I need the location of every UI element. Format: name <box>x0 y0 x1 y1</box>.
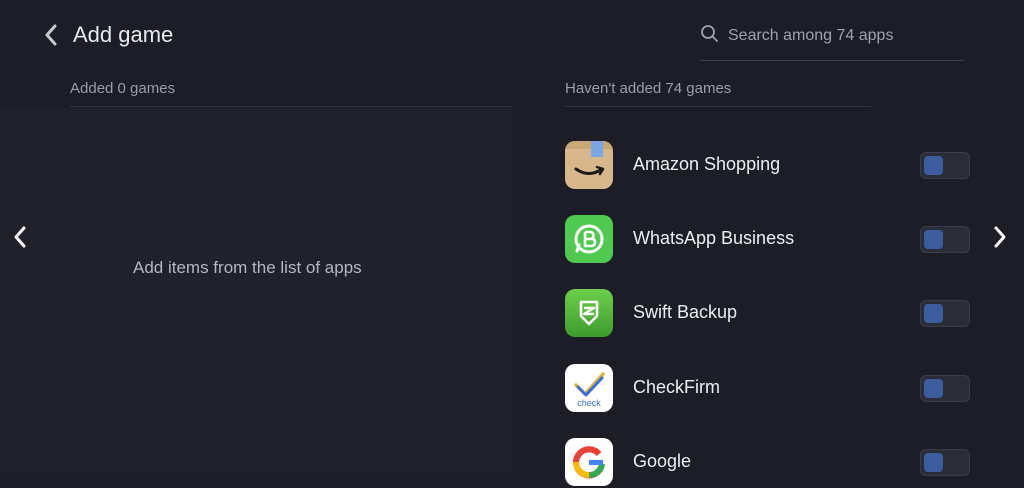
search-input[interactable] <box>726 22 960 50</box>
chevron-left-icon <box>45 24 57 46</box>
app-row-whatsapp-business[interactable]: WhatsApp Business <box>565 215 975 265</box>
swift-backup-icon <box>565 289 613 337</box>
back-button[interactable] <box>40 22 62 48</box>
app-name: Google <box>633 451 692 471</box>
previous-page-button[interactable] <box>8 224 32 250</box>
app-name: Swift Backup <box>633 302 738 322</box>
app-row-google[interactable]: Google <box>565 438 975 488</box>
search-box[interactable] <box>700 22 964 61</box>
next-page-button[interactable] <box>988 224 1012 250</box>
toggle-knob <box>924 453 943 472</box>
app-name: Amazon Shopping <box>633 154 781 174</box>
empty-state-message: Add items from the list of apps <box>133 258 362 277</box>
app-row-amazon-shopping[interactable]: Amazon Shopping <box>565 141 975 191</box>
app-name: WhatsApp Business <box>633 228 795 248</box>
added-games-heading: Added 0 games <box>70 80 512 107</box>
add-toggle[interactable] <box>920 449 970 476</box>
app-name: CheckFirm <box>633 377 721 397</box>
chevron-left-icon <box>14 226 26 248</box>
checkfirm-icon-label: check <box>577 398 601 408</box>
page-title: Add game <box>73 22 174 47</box>
app-row-swift-backup[interactable]: Swift Backup <box>565 289 975 339</box>
added-games-panel <box>0 108 512 473</box>
whatsapp-business-icon <box>565 215 613 263</box>
toggle-knob <box>924 304 943 323</box>
available-games-heading: Haven't added 74 games <box>565 80 871 107</box>
toggle-knob <box>924 156 943 175</box>
toggle-knob <box>924 379 943 398</box>
checkfirm-icon: check <box>565 364 613 412</box>
add-toggle[interactable] <box>920 300 970 327</box>
search-icon <box>701 25 718 42</box>
add-toggle[interactable] <box>920 375 970 402</box>
add-toggle[interactable] <box>920 226 970 253</box>
amazon-shopping-icon <box>565 141 613 189</box>
add-toggle[interactable] <box>920 152 970 179</box>
google-icon <box>565 438 613 486</box>
chevron-right-icon <box>994 226 1006 248</box>
toggle-knob <box>924 230 943 249</box>
app-row-checkfirm[interactable]: check CheckFirm <box>565 364 975 414</box>
